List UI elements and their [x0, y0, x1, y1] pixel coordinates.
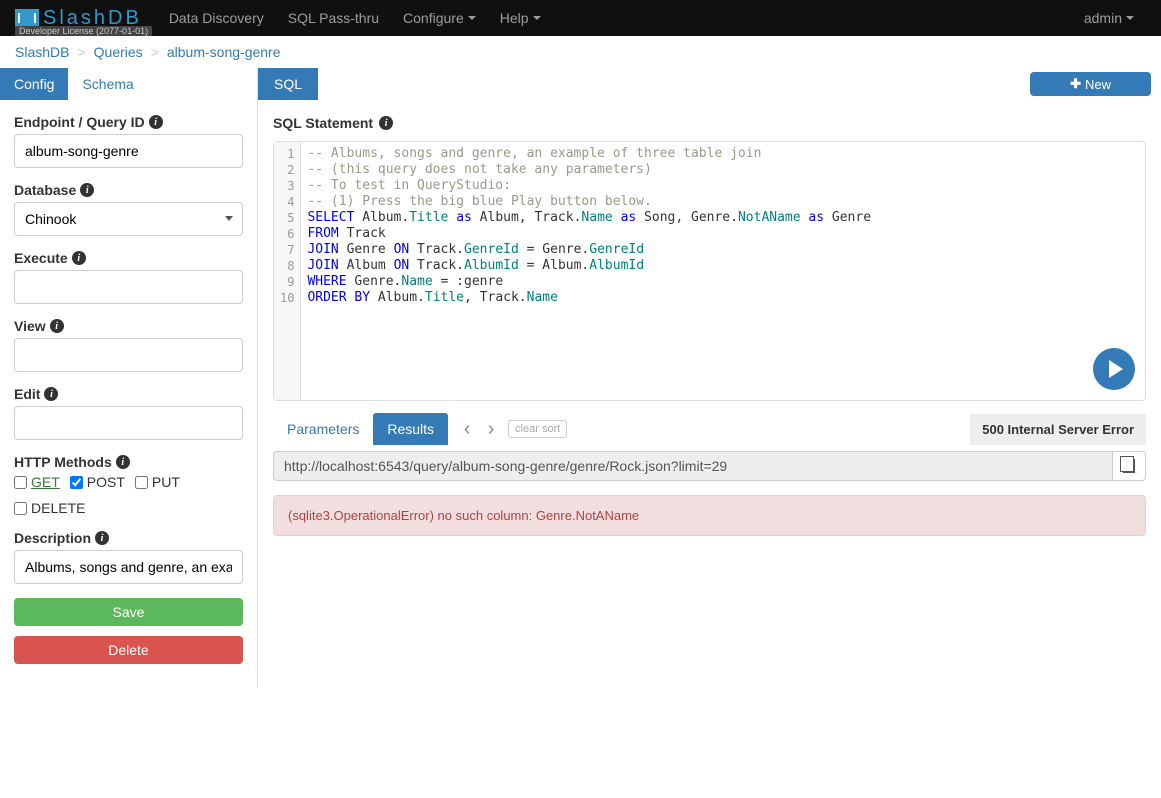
info-icon[interactable]: i: [95, 531, 109, 545]
description-label: Descriptioni: [14, 530, 243, 546]
info-icon[interactable]: i: [80, 183, 94, 197]
result-tabs: Parameters Results ‹ › clear sort 500 In…: [273, 413, 1146, 445]
method-post[interactable]: POST: [70, 474, 125, 490]
endpoint-input[interactable]: [14, 134, 243, 168]
play-button[interactable]: [1093, 348, 1135, 390]
sql-editor[interactable]: 12345678910 -- Albums, songs and genre, …: [273, 141, 1146, 401]
method-get[interactable]: GET: [14, 474, 60, 490]
caret-icon: [468, 16, 476, 20]
breadcrumb-queries[interactable]: Queries: [94, 44, 143, 60]
gutter: 12345678910: [274, 142, 301, 400]
tab-parameters[interactable]: Parameters: [273, 413, 373, 445]
description-input[interactable]: [14, 550, 243, 584]
sidebar: Config Schema Endpoint / Query IDi Datab…: [0, 68, 258, 688]
copy-icon: [1123, 459, 1135, 473]
info-icon[interactable]: i: [379, 116, 393, 130]
info-icon[interactable]: i: [50, 319, 64, 333]
execute-label: Executei: [14, 250, 243, 266]
nav-user[interactable]: admin: [1072, 10, 1146, 26]
view-label: Viewi: [14, 318, 243, 334]
edit-input[interactable]: [14, 406, 243, 440]
breadcrumb-sep: >: [151, 44, 159, 60]
breadcrumb-sep: >: [77, 44, 85, 60]
info-icon[interactable]: i: [116, 455, 130, 469]
next-icon[interactable]: ›: [480, 418, 502, 440]
nav-data-discovery[interactable]: Data Discovery: [157, 10, 276, 26]
license-badge: Developer License (2077-01-01): [15, 26, 152, 36]
plus-icon: ✚: [1070, 76, 1081, 92]
edit-label: Editi: [14, 386, 243, 402]
breadcrumb-current[interactable]: album-song-genre: [167, 44, 281, 60]
http-methods-label: HTTP Methodsi: [14, 454, 243, 470]
url-input[interactable]: [273, 451, 1113, 481]
method-delete[interactable]: DELETE: [14, 500, 85, 516]
caret-icon: [533, 16, 541, 20]
execute-input[interactable]: [14, 270, 243, 304]
info-icon[interactable]: i: [72, 251, 86, 265]
logo-icon: [15, 9, 39, 27]
save-button[interactable]: Save: [14, 598, 243, 626]
endpoint-label: Endpoint / Query IDi: [14, 114, 243, 130]
breadcrumb-root[interactable]: SlashDB: [15, 44, 69, 60]
copy-button[interactable]: [1113, 451, 1146, 481]
info-icon[interactable]: i: [44, 387, 58, 401]
database-label: Databasei: [14, 182, 243, 198]
view-input[interactable]: [14, 338, 243, 372]
tab-results[interactable]: Results: [373, 413, 448, 445]
new-button[interactable]: ✚New: [1030, 72, 1151, 96]
database-select[interactable]: Chinook: [14, 202, 243, 236]
breadcrumb: SlashDB > Queries > album-song-genre: [0, 36, 1161, 68]
code-area[interactable]: -- Albums, songs and genre, an example o…: [301, 142, 1145, 400]
sidebar-tabs: Config Schema: [0, 68, 257, 100]
navbar: SlashDB Developer License (2077-01-01) D…: [0, 0, 1161, 36]
tab-config[interactable]: Config: [0, 68, 68, 100]
tab-sql[interactable]: SQL: [258, 68, 318, 100]
error-message: (sqlite3.OperationalError) no such colum…: [273, 495, 1146, 536]
delete-button[interactable]: Delete: [14, 636, 243, 664]
content-panel: SQL ✚New SQL Statementi 12345678910 -- A…: [258, 68, 1161, 688]
nav-configure[interactable]: Configure: [391, 10, 488, 26]
tab-schema[interactable]: Schema: [68, 68, 147, 100]
method-put[interactable]: PUT: [135, 474, 180, 490]
nav-sql-passthru[interactable]: SQL Pass-thru: [276, 10, 391, 26]
caret-icon: [1126, 16, 1134, 20]
sql-statement-label: SQL Statementi: [273, 115, 1146, 131]
clear-sort-button[interactable]: clear sort: [508, 420, 567, 438]
logo[interactable]: SlashDB Developer License (2077-01-01): [15, 7, 142, 30]
nav-help[interactable]: Help: [488, 10, 553, 26]
prev-icon[interactable]: ‹: [456, 418, 478, 440]
info-icon[interactable]: i: [149, 115, 163, 129]
status-badge: 500 Internal Server Error: [970, 414, 1146, 445]
